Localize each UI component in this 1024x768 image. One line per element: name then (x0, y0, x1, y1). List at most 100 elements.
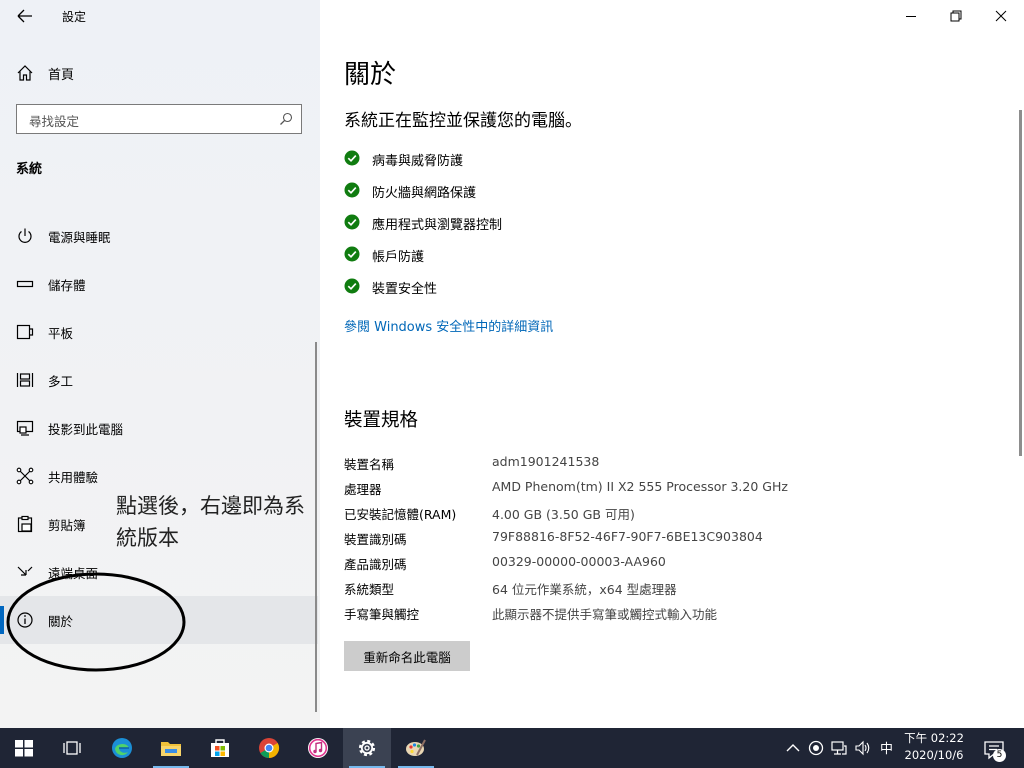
taskbar-app-file-explorer[interactable] (147, 728, 195, 768)
shared-experiences-icon (16, 467, 34, 485)
spec-key: 處理器 (344, 482, 382, 497)
spec-key: 手寫筆與觸控 (344, 607, 420, 622)
sidebar-item-tablet[interactable]: 平板 (0, 308, 318, 356)
sidebar-item-label: 多工 (48, 374, 74, 389)
back-arrow-icon (17, 9, 32, 23)
rename-pc-button[interactable]: 重新命名此電腦 (344, 641, 470, 671)
back-button[interactable] (14, 6, 36, 26)
chevron-up-icon[interactable] (784, 738, 802, 758)
protection-label: 病毒與威脅防護 (372, 154, 464, 169)
annotation-text: 點選後，右邊即為系統版本 (116, 494, 305, 550)
sidebar-item-multitasking[interactable]: 多工 (0, 356, 318, 404)
spec-value: 4.00 GB (3.50 GB 可用) (492, 507, 635, 522)
spec-row: 系統類型 64 位元作業系統，x64 型處理器 (344, 579, 1004, 599)
check-icon (344, 214, 360, 230)
spec-row: 處理器 AMD Phenom(tm) II X2 555 Processor 3… (344, 479, 1004, 499)
minimize-icon[interactable] (903, 8, 919, 24)
spec-key: 系統類型 (344, 582, 395, 597)
spec-key: 已安裝記憶體(RAM) (344, 507, 457, 522)
taskbar-app-store[interactable] (196, 728, 244, 768)
window-title: 設定 (62, 10, 87, 24)
section-header: 系統 (16, 162, 43, 177)
check-icon (344, 246, 360, 262)
sidebar-item-label: 共用體驗 (48, 470, 99, 485)
sidebar-item-storage[interactable]: 儲存體 (0, 260, 318, 308)
check-icon (344, 278, 360, 294)
taskbar (0, 728, 1024, 768)
start-icon (15, 740, 33, 757)
spec-key: 裝置識別碼 (344, 532, 407, 547)
start-button[interactable] (0, 728, 48, 768)
check-icon (344, 182, 360, 198)
restore-icon[interactable] (948, 8, 964, 24)
main-scrollbar[interactable] (1019, 110, 1022, 456)
sidebar-item-projecting[interactable]: 投影到此電腦 (0, 404, 318, 452)
ime-indicator[interactable]: 中 (880, 738, 893, 757)
paint-icon (406, 739, 426, 756)
sidebar-item-label: 電源與睡眠 (48, 230, 111, 245)
spec-row: 產品識別碼 00329-00000-00003-AA960 (344, 554, 1004, 574)
close-icon[interactable] (993, 8, 1009, 24)
annotation-circle (6, 572, 186, 672)
multitasking-icon (16, 373, 34, 387)
taskbar-app-edge[interactable] (98, 728, 146, 768)
spec-row: 裝置識別碼 79F88816-8F52-46F7-90F7-6BE13C9038… (344, 529, 1004, 549)
check-icon (344, 150, 360, 166)
search-input[interactable]: 尋找設定 (16, 104, 302, 134)
chrome-icon (259, 738, 280, 759)
spec-value: AMD Phenom(tm) II X2 555 Processor 3.20 … (492, 479, 788, 494)
clock-time: 下午 02:22 (904, 731, 964, 745)
spec-key: 產品識別碼 (344, 557, 407, 572)
spec-value: 64 位元作業系統，x64 型處理器 (492, 582, 677, 597)
settings-icon (358, 739, 376, 757)
protection-label: 應用程式與瀏覽器控制 (372, 218, 503, 233)
network-icon[interactable] (830, 738, 848, 758)
itunes-icon (308, 738, 328, 758)
taskbar-app-chrome[interactable] (245, 728, 293, 768)
protection-status: 系統正在監控並保護您的電腦。 (344, 111, 582, 131)
spec-value: adm1901241538 (492, 454, 600, 469)
search-placeholder: 尋找設定 (29, 114, 80, 129)
spec-value: 此顯示器不提供手寫筆或觸控式輸入功能 (492, 607, 718, 622)
projecting-icon (16, 420, 34, 436)
record-icon[interactable] (807, 738, 825, 758)
tablet-icon (16, 324, 34, 340)
spec-row: 已安裝記憶體(RAM) 4.00 GB (3.50 GB 可用) (344, 504, 1004, 524)
file-explorer-icon (161, 742, 181, 756)
main-content: 關於 系統正在監控並保護您的電腦。 病毒與威脅防護 防火牆與網路保護 應用程式與… (320, 0, 1024, 728)
spec-row: 裝置名稱 adm1901241538 (344, 454, 1004, 474)
specs-title: 裝置規格 (344, 410, 419, 431)
protection-label: 裝置安全性 (372, 282, 438, 297)
sidebar-item-power-sleep[interactable]: 電源與睡眠 (0, 212, 318, 260)
home-icon (17, 65, 33, 81)
protection-label: 防火牆與網路保護 (372, 186, 477, 201)
task-view-icon (63, 741, 81, 755)
edge-icon (112, 738, 132, 758)
task-view-button[interactable] (48, 728, 96, 768)
sidebar-item-label: 首頁 (48, 68, 75, 83)
clock-date: 2020/10/6 (904, 748, 964, 762)
clock[interactable]: 下午 02:22 2020/10/6 (896, 730, 972, 764)
spec-row: 手寫筆與觸控 此顯示器不提供手寫筆或觸控式輸入功能 (344, 604, 1004, 624)
clipboard-icon (17, 515, 33, 533)
sidebar-item-label: 儲存體 (48, 278, 86, 293)
search-icon (280, 112, 293, 125)
sidebar-item-label: 剪貼簿 (48, 518, 86, 533)
taskbar-app-settings[interactable] (343, 728, 391, 768)
notification-count: 5 (993, 749, 1006, 762)
taskbar-app-itunes[interactable] (294, 728, 342, 768)
spec-key: 裝置名稱 (344, 457, 395, 472)
spec-value: 00329-00000-00003-AA960 (492, 554, 666, 569)
store-icon (211, 739, 229, 757)
taskbar-app-paint[interactable] (392, 728, 440, 768)
sidebar-item-label: 平板 (48, 326, 74, 341)
volume-icon[interactable] (854, 738, 872, 758)
power-icon (18, 228, 32, 243)
protection-label: 帳戶防護 (372, 250, 425, 265)
sidebar-item-home[interactable]: 首頁 (0, 56, 318, 90)
sidebar-item-label: 投影到此電腦 (48, 422, 124, 437)
security-details-link[interactable]: 參閱 Windows 安全性中的詳細資訊 (344, 316, 553, 335)
storage-icon (16, 280, 34, 288)
page-title: 關於 (344, 60, 397, 90)
spec-value: 79F88816-8F52-46F7-90F7-6BE13C903804 (492, 529, 763, 544)
